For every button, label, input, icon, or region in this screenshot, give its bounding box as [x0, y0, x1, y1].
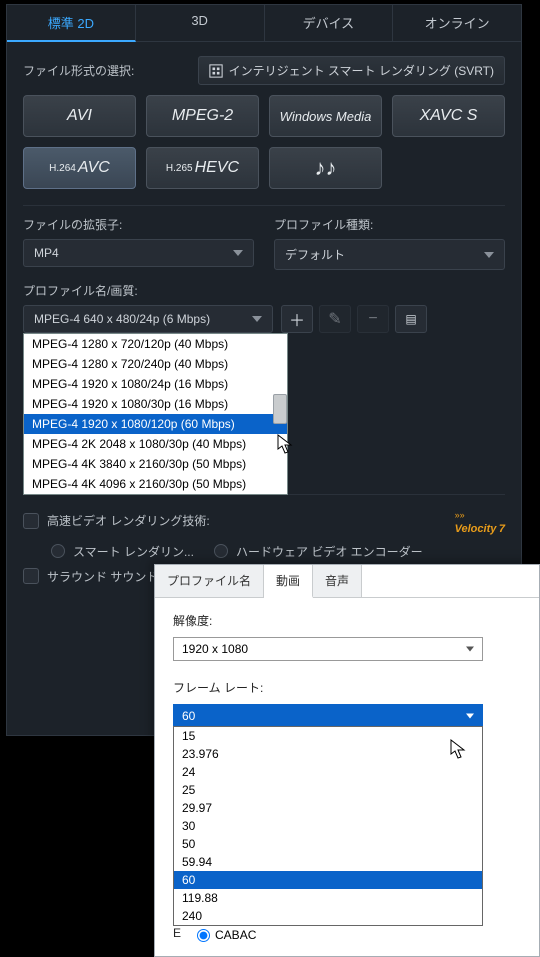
profile-option[interactable]: MPEG-4 1280 x 720/240p (40 Mbps)	[24, 354, 287, 374]
tab-label: オンライン	[425, 16, 490, 31]
framerate-option[interactable]: 59.94	[174, 853, 482, 871]
profile-option[interactable]: MPEG-4 1920 x 1080/24p (16 Mbps)	[24, 374, 287, 394]
dropdown-scrollbar-thumb[interactable]	[273, 394, 287, 424]
format-h264[interactable]: H.264AVC	[23, 147, 136, 189]
framerate-label: フレーム レート:	[173, 679, 521, 696]
velocity-badge: »»Velocity 7	[455, 507, 505, 535]
tab-standard-2d[interactable]: 標準 2D	[7, 5, 136, 42]
cabac-label: CABAC	[215, 928, 256, 942]
profile-type-label: プロファイル種類:	[274, 216, 505, 233]
profile-type-select[interactable]: デフォルト	[274, 239, 505, 270]
framerate-option[interactable]: 24	[174, 763, 482, 781]
file-format-row: ファイル形式の選択: インテリジェント スマート レンダリング (SVRT)	[23, 56, 505, 85]
fast-render-label: 高速ビデオ レンダリング技術:	[47, 512, 210, 529]
tab-label: 3D	[191, 13, 208, 28]
settings-tabs: プロファイル名 動画 音声	[155, 565, 539, 598]
framerate-option[interactable]: 240	[174, 907, 482, 925]
cabac-radio-row: CABAC	[197, 928, 256, 942]
tab-device[interactable]: デバイス	[265, 5, 394, 42]
list-icon: ▤	[405, 312, 416, 326]
edit-profile-button: ✎	[319, 305, 351, 333]
format-avi[interactable]: AVI	[23, 95, 136, 137]
svrt-radio-label: スマート レンダリン...	[73, 543, 194, 560]
framerate-option[interactable]: 29.97	[174, 799, 482, 817]
profile-option[interactable]: MPEG-4 1280 x 720/120p (40 Mbps)	[24, 334, 287, 354]
add-profile-button[interactable]: ＋	[281, 305, 313, 333]
remove-profile-button: −	[357, 305, 389, 333]
framerate-option[interactable]: 15	[174, 727, 482, 745]
framerate-option-selected[interactable]: 60	[174, 871, 482, 889]
tab-label: 標準 2D	[48, 16, 94, 31]
format-xavcs[interactable]: XAVC S	[392, 95, 505, 137]
settings-tab-profile[interactable]: プロファイル名	[155, 565, 264, 597]
surround-checkbox[interactable]	[23, 568, 39, 584]
format-wmv[interactable]: Windows Media	[269, 95, 382, 137]
framerate-option[interactable]: 50	[174, 835, 482, 853]
framerate-dropdown[interactable]: 15 23.976 24 25 29.97 30 50 59.94 60 119…	[173, 726, 483, 926]
settings-body: 解像度: 1920 x 1080 フレーム レート: 60 15 23.976 …	[155, 598, 539, 956]
extension-label: ファイルの拡張子:	[23, 216, 254, 233]
tab-online[interactable]: オンライン	[393, 5, 521, 42]
profile-option[interactable]: MPEG-4 1920 x 1080/30p (16 Mbps)	[24, 394, 287, 414]
framerate-option[interactable]: 30	[174, 817, 482, 835]
framerate-option[interactable]: 23.976	[174, 745, 482, 763]
profile-option[interactable]: MPEG-4 4K 4096 x 2160/30p (50 Mbps)	[24, 474, 287, 494]
details-profile-button[interactable]: ▤	[395, 305, 427, 333]
fast-render-checkbox[interactable]	[23, 513, 39, 529]
tab-3d[interactable]: 3D	[136, 5, 265, 42]
profile-select[interactable]: MPEG-4 640 x 480/24p (6 Mbps)	[23, 305, 273, 333]
svrt-radio-row: スマート レンダリン... ハードウェア ビデオ エンコーダー	[51, 543, 505, 560]
entropy-label: E	[173, 926, 181, 940]
svrt-icon	[209, 64, 223, 78]
profile-option-selected[interactable]: MPEG-4 1920 x 1080/120p (60 Mbps)	[24, 414, 287, 434]
svrt-radio[interactable]	[51, 544, 65, 558]
profile-row: MPEG-4 640 x 480/24p (6 Mbps) MPEG-4 128…	[23, 305, 505, 333]
hw-encoder-radio[interactable]	[214, 544, 228, 558]
svrt-button[interactable]: インテリジェント スマート レンダリング (SVRT)	[198, 56, 505, 85]
settings-tab-video[interactable]: 動画	[264, 565, 313, 598]
svrt-label: インテリジェント スマート レンダリング (SVRT)	[229, 62, 494, 79]
profile-settings-dialog: プロファイル名 動画 音声 解像度: 1920 x 1080 フレーム レート:…	[154, 564, 540, 957]
profile-option[interactable]: MPEG-4 2K 2048 x 1080/30p (40 Mbps)	[24, 434, 287, 454]
minus-icon: −	[368, 310, 377, 328]
format-grid: AVI MPEG-2 Windows Media XAVC S H.264AVC…	[23, 95, 505, 189]
resolution-select[interactable]: 1920 x 1080	[173, 637, 483, 661]
hw-encoder-label: ハードウェア ビデオ エンコーダー	[236, 543, 423, 560]
resolution-label: 解像度:	[173, 612, 521, 629]
pencil-icon: ✎	[328, 309, 341, 329]
format-h265[interactable]: H.265HEVC	[146, 147, 259, 189]
output-tabs: 標準 2D 3D デバイス オンライン	[7, 5, 521, 42]
framerate-select[interactable]: 60	[173, 704, 483, 728]
file-format-label: ファイル形式の選択:	[23, 62, 134, 79]
ext-row: ファイルの拡張子: MP4 プロファイル種類: デフォルト	[23, 216, 505, 270]
profile-option[interactable]: MPEG-4 4K 3840 x 2160/30p (50 Mbps)	[24, 454, 287, 474]
format-audio[interactable]: ♪♪	[269, 147, 382, 189]
profile-dropdown[interactable]: MPEG-4 1280 x 720/120p (40 Mbps) MPEG-4 …	[23, 333, 288, 495]
surround-label: サラウンド サウンド	[47, 568, 158, 585]
divider	[23, 205, 505, 206]
music-icon: ♪♪	[315, 155, 337, 181]
framerate-option[interactable]: 119.88	[174, 889, 482, 907]
profile-name-label: プロファイル名/画質:	[23, 282, 505, 299]
fast-render-row: 高速ビデオ レンダリング技術: »»Velocity 7	[23, 507, 505, 535]
extension-select[interactable]: MP4	[23, 239, 254, 267]
tab-label: デバイス	[303, 16, 355, 31]
format-mpeg2[interactable]: MPEG-2	[146, 95, 259, 137]
plus-icon: ＋	[289, 307, 305, 331]
settings-tab-audio[interactable]: 音声	[313, 565, 362, 597]
framerate-option[interactable]: 25	[174, 781, 482, 799]
cabac-radio[interactable]	[197, 929, 210, 942]
